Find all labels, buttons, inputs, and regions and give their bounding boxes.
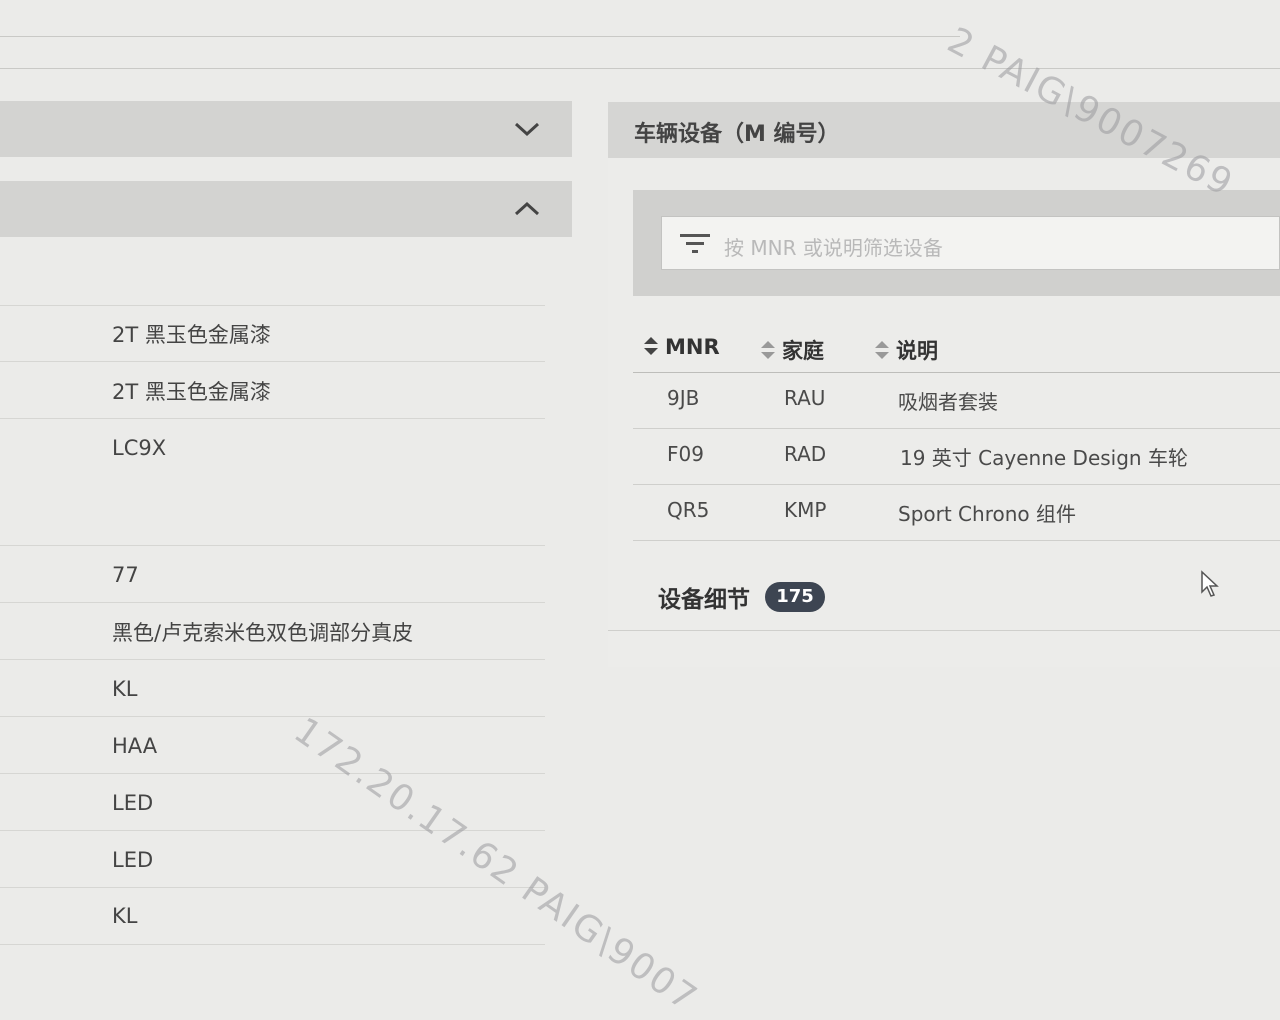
table-row-divider [633, 484, 1280, 485]
equipment-count-badge: 175 [765, 582, 825, 612]
list-item: 2T 黑玉色金属漆 [0, 305, 545, 362]
table-cell-description: 19 英寸 Cayenne Design 车轮 [900, 446, 1188, 470]
list-item: LED [0, 773, 545, 831]
column-header-mnr[interactable]: MNR [643, 335, 720, 361]
equipment-card-title: 车辆设备（M 编号） [634, 122, 840, 147]
table-cell-family: RAU [784, 386, 826, 410]
table-cell-description: Sport Chrono 组件 [898, 502, 1076, 526]
equipment-card-header: 车辆设备（M 编号） [608, 102, 1280, 158]
list-item-value: HAA [112, 733, 158, 758]
table-cell-mnr: F09 [667, 442, 704, 466]
list-item-value: 77 [112, 562, 139, 587]
table-row-divider [633, 540, 1280, 541]
top-divider-2 [0, 68, 1280, 69]
list-item: 黑色/卢克索米色双色调部分真皮 [0, 602, 545, 660]
list-item-value: 黑色/卢克索米色双色调部分真皮 [112, 620, 414, 645]
table-cell-family: KMP [784, 498, 827, 522]
filter-placeholder: 按 MNR 或说明筛选设备 [724, 236, 943, 260]
top-divider [0, 36, 960, 37]
column-header-label: 说明 [896, 339, 938, 363]
column-header-family[interactable]: 家庭 [760, 335, 824, 365]
details-divider [608, 630, 1280, 631]
list-item-value: LC9X [112, 436, 167, 460]
sort-icon [643, 336, 659, 361]
list-item-value: LED [112, 790, 154, 815]
list-item: LC9X [0, 418, 545, 546]
accordion-header-expanded[interactable] [0, 181, 572, 237]
accordion-header-collapsed[interactable] [0, 101, 572, 157]
list-item-value: 2T 黑玉色金属漆 [112, 379, 271, 404]
chevron-down-icon[interactable] [514, 121, 540, 137]
list-item-value: KL [112, 676, 138, 701]
list-item-value: KL [112, 904, 138, 928]
sort-icon [760, 340, 776, 365]
filter-icon [680, 232, 710, 258]
equipment-filter-input[interactable]: 按 MNR 或说明筛选设备 [661, 216, 1280, 270]
list-item-value: LED [112, 847, 154, 872]
column-header-description[interactable]: 说明 [874, 335, 938, 365]
list-item: KL [0, 659, 545, 717]
equipment-details-label[interactable]: 设备细节 [658, 580, 750, 614]
table-cell-mnr: 9JB [667, 386, 700, 410]
table-cell-description: 吸烟者套装 [898, 390, 998, 414]
list-item: HAA [0, 716, 545, 774]
table-cell-family: RAD [784, 442, 827, 466]
list-item: KL [0, 887, 545, 945]
sort-icon [874, 340, 890, 365]
list-item-value: 2T 黑玉色金属漆 [112, 323, 271, 347]
column-header-label: 家庭 [782, 339, 824, 363]
list-item: 2T 黑玉色金属漆 [0, 361, 545, 419]
table-header-divider [633, 372, 1280, 373]
list-item: 77 [0, 545, 545, 603]
table-row-divider [633, 428, 1280, 429]
mouse-pointer-icon [1200, 570, 1220, 602]
table-cell-mnr: QR5 [667, 498, 710, 522]
list-item: LED [0, 830, 545, 888]
column-header-label: MNR [665, 335, 720, 359]
chevron-up-icon[interactable] [514, 201, 540, 217]
